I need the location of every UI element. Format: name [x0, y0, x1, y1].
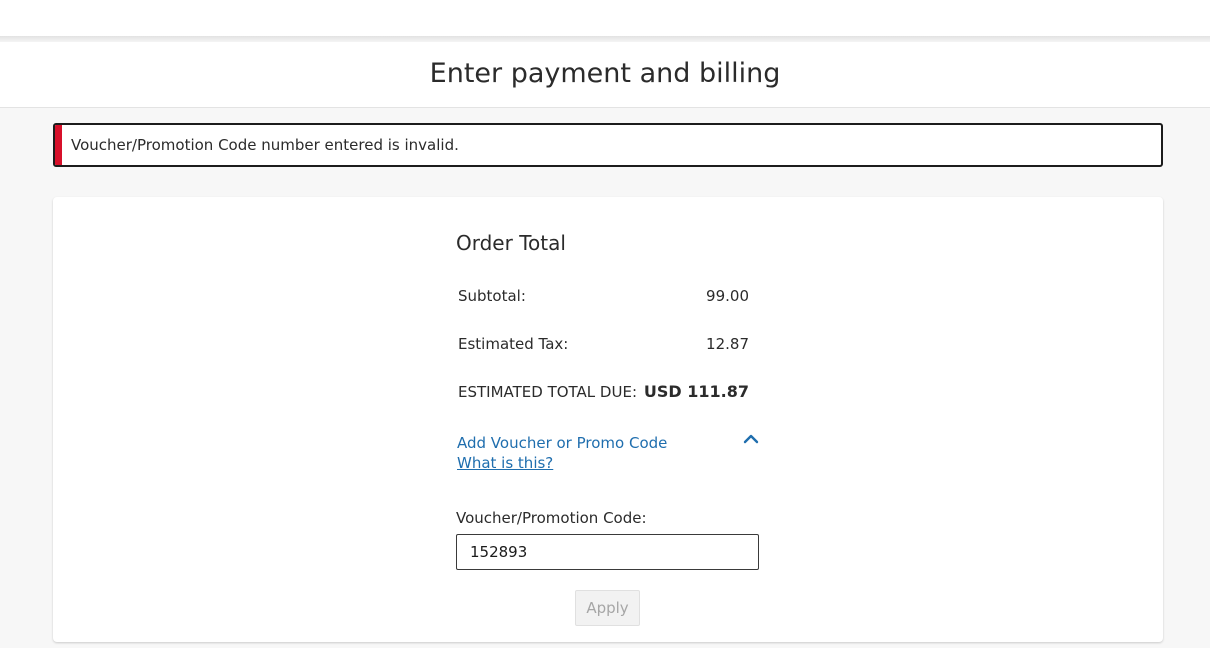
chevron-up-icon[interactable]	[743, 433, 759, 445]
error-alert: Voucher/Promotion Code number entered is…	[53, 123, 1163, 167]
what-is-this-link[interactable]: What is this?	[457, 454, 553, 472]
order-total-card: Order Total Subtotal: 99.00 Estimated Ta…	[53, 197, 1163, 642]
alert-accent-bar	[55, 125, 62, 165]
estimated-tax-value: 12.87	[706, 335, 749, 353]
subtotal-label: Subtotal:	[458, 287, 526, 305]
apply-button[interactable]: Apply	[575, 590, 640, 626]
estimated-total-label: ESTIMATED TOTAL DUE:	[458, 383, 637, 401]
voucher-code-input[interactable]	[456, 534, 759, 570]
page-header: Enter payment and billing	[0, 42, 1210, 108]
add-voucher-toggle[interactable]: Add Voucher or Promo Code	[457, 434, 667, 452]
top-bar	[0, 0, 1210, 36]
subtotal-value: 99.00	[706, 287, 749, 305]
estimated-total-value: USD 111.87	[643, 382, 749, 401]
alert-message: Voucher/Promotion Code number entered is…	[71, 136, 459, 154]
order-total-title: Order Total	[456, 231, 566, 255]
estimated-tax-label: Estimated Tax:	[458, 335, 569, 353]
page-title: Enter payment and billing	[429, 58, 781, 89]
voucher-code-label: Voucher/Promotion Code:	[456, 509, 647, 527]
